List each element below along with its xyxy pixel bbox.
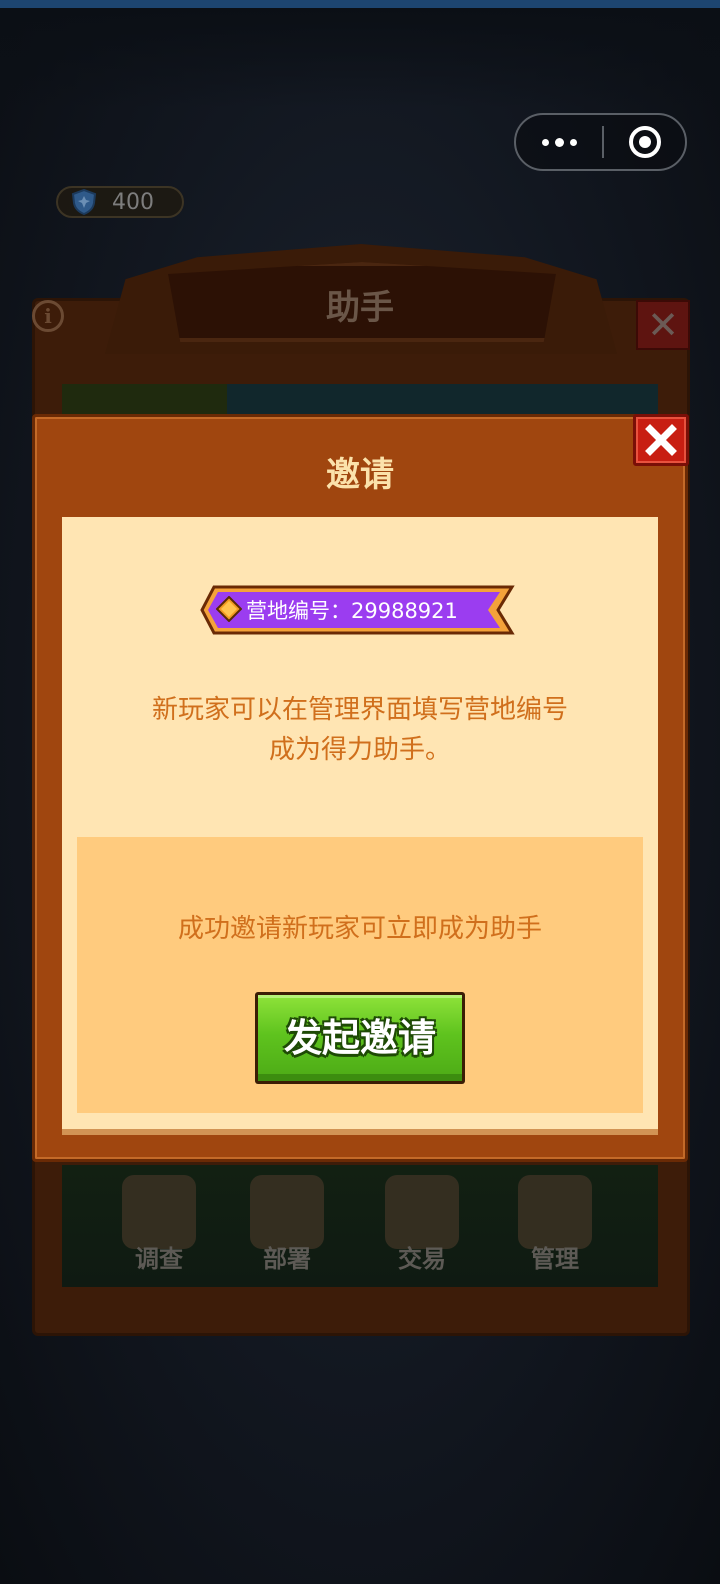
map-pin-icon <box>250 1175 324 1249</box>
tab-trade[interactable]: 交易 <box>367 1165 477 1285</box>
gear-icon <box>518 1175 592 1249</box>
background-panel-title: 助手 <box>326 288 394 328</box>
invite-sub-text: 成功邀请新玩家可立即成为助手 <box>177 914 542 944</box>
tab-investigate[interactable]: 调查 <box>104 1165 214 1285</box>
tab-deploy[interactable]: 部署 <box>232 1165 342 1285</box>
dot-icon <box>554 137 564 147</box>
dialog-close-button[interactable] <box>633 414 689 466</box>
tab-manage-label: 管理 <box>531 1245 579 1273</box>
description-line-2: 成为得力助手。 <box>268 735 451 765</box>
dot-icon <box>569 138 577 146</box>
tab-manage[interactable]: 管理 <box>500 1165 610 1285</box>
shield-counter: 400 <box>56 186 184 218</box>
top-accent-line <box>0 0 720 8</box>
send-invite-button-label: 发起邀请 <box>283 1016 436 1060</box>
dot-icon <box>541 138 549 146</box>
camp-id-value: 29988921 <box>351 599 458 623</box>
close-miniprogram-button[interactable] <box>604 115 685 169</box>
target-icon <box>628 126 661 158</box>
send-invite-button-face: 发起邀请 <box>258 995 462 1081</box>
send-invite-button[interactable]: 发起邀请 <box>255 992 465 1084</box>
more-options-button[interactable] <box>516 115 602 169</box>
miniprogram-capsule <box>514 113 687 171</box>
tab-trade-label: 交易 <box>398 1245 446 1273</box>
close-icon <box>645 424 677 456</box>
info-icon[interactable]: i <box>32 300 64 332</box>
tab-deploy-label: 部署 <box>263 1245 311 1273</box>
invite-description: 新玩家可以在管理界面填写营地编号 成为得力助手。 <box>62 690 658 770</box>
camp-id-text: 营地编号：29988921 <box>246 595 516 625</box>
dialog-title: 邀请 <box>326 455 394 495</box>
shield-icon <box>71 188 97 216</box>
background-close-icon[interactable]: ✕ <box>636 300 690 350</box>
status-bar-area <box>0 8 720 108</box>
tab-investigate-label: 调查 <box>135 1245 183 1273</box>
background-strip-foliage <box>62 384 227 414</box>
camp-id-label: 营地编号： <box>246 599 351 623</box>
shield-value: 400 <box>112 189 154 215</box>
search-icon <box>122 1175 196 1249</box>
gem-icon <box>216 596 242 622</box>
trade-icon <box>385 1175 459 1249</box>
description-line-1: 新玩家可以在管理界面填写营地编号 <box>151 695 568 725</box>
camp-id-badge: 营地编号：29988921 <box>200 583 520 637</box>
